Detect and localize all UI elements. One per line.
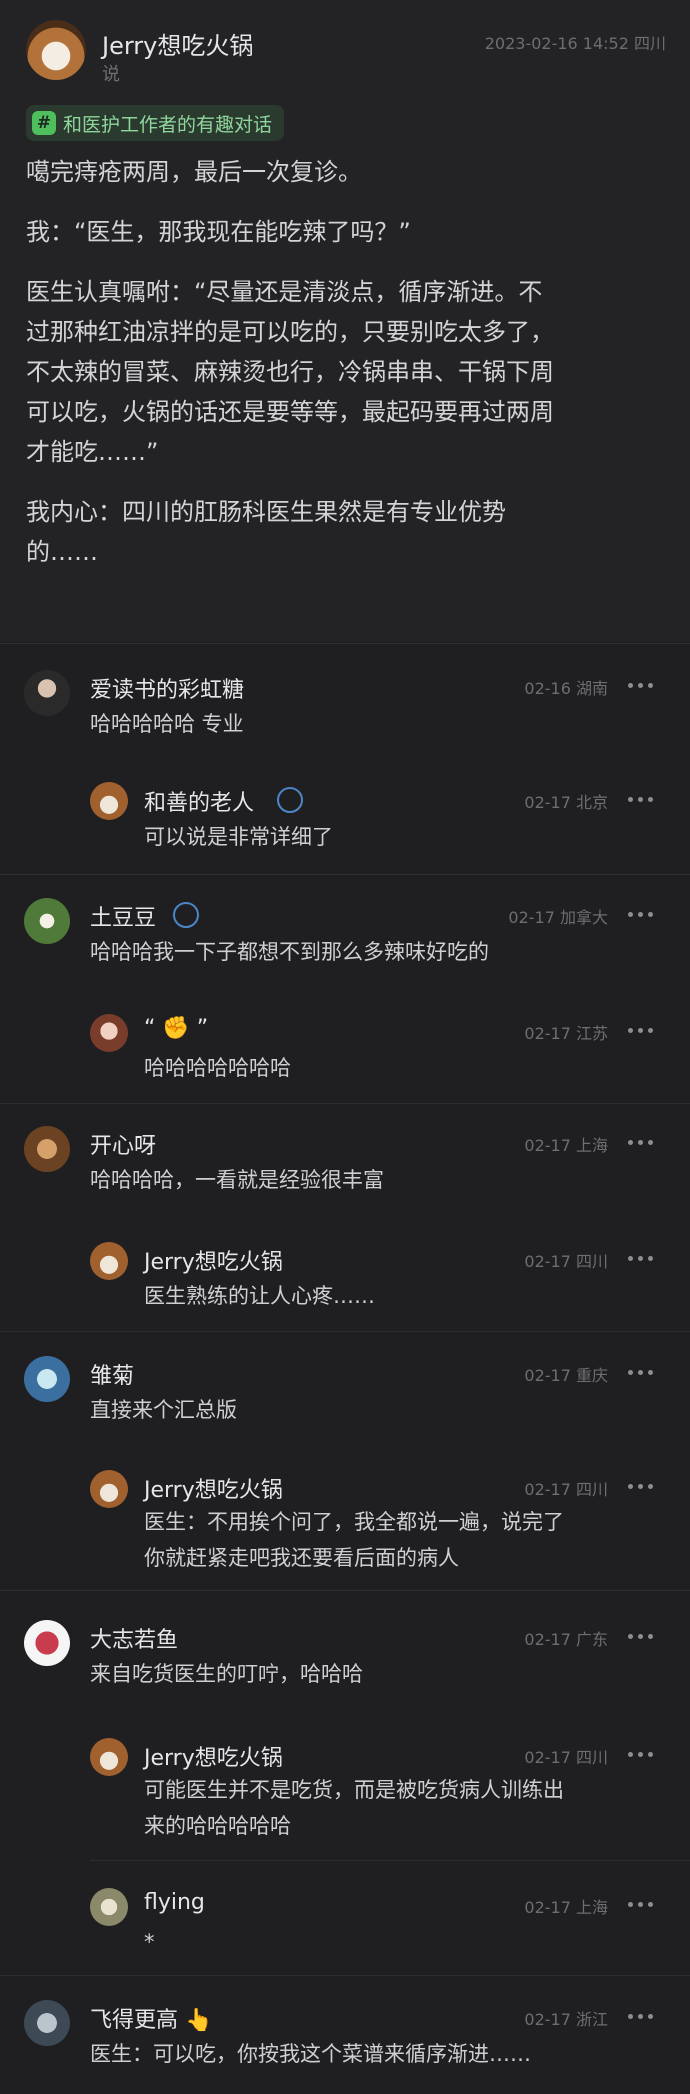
comment-divider (0, 1103, 690, 1104)
comment-divider (0, 1975, 690, 1976)
commenter-name[interactable]: 土豆豆 (90, 900, 156, 932)
more-options-icon[interactable] (628, 909, 658, 919)
post-line: 我内心：四川的肛肠科医生果然是有专业优势 (26, 498, 506, 526)
post-action: 说 (102, 64, 120, 85)
more-options-icon[interactable] (628, 1481, 658, 1491)
commenter-name[interactable]: Jerry想吃火锅 (144, 1740, 283, 1772)
more-options-icon[interactable] (628, 1749, 658, 1759)
comment-text: 来自吃货医生的叮咛，哈哈哈 (90, 1662, 363, 1686)
level-badge-icon (277, 787, 303, 813)
commenter-avatar[interactable] (90, 1014, 128, 1052)
more-options-icon[interactable] (628, 1631, 658, 1641)
post-line: 不太辣的冒菜、麻辣烫也行，冷锅串串、干锅下周 (26, 358, 554, 386)
comment-meta: 02-17 北京 (524, 793, 608, 812)
comment-text: 可能医生并不是吃货，而是被吃货病人训练出 来的哈哈哈哈哈 (144, 1772, 644, 1844)
commenter-name[interactable]: Jerry想吃火锅 (144, 1244, 283, 1276)
comment-text: 可以说是非常详细了 (144, 825, 333, 849)
post-line (26, 192, 666, 212)
commenter-avatar[interactable] (90, 1888, 128, 1926)
comment-divider (0, 1590, 690, 1591)
comment-text: 哈哈哈哈哈 专业 (90, 712, 244, 736)
level-badge-icon (173, 902, 199, 928)
comment-meta: 02-16 湖南 (524, 679, 608, 698)
post-line: 医生认真嘱咐：“尽量还是清淡点，循序渐进。不 (26, 278, 543, 306)
comment-line: 医生：不用挨个问了，我全都说一遍，说完了 (144, 1510, 564, 1534)
post-line (26, 472, 666, 492)
commenter-avatar[interactable] (24, 898, 70, 944)
post-line: 过那种红油凉拌的是可以吃的，只要别吃太多了， (26, 318, 554, 346)
commenter-avatar[interactable] (24, 670, 70, 716)
commenter-avatar[interactable] (24, 2000, 70, 2046)
comment-text: 医生：不用挨个问了，我全都说一遍，说完了 你就赶紧走吧我还要看后面的病人 (144, 1504, 644, 1576)
post-body: 噶完痔疮两周，最后一次复诊。 我：“医生，那我现在能吃辣了吗？” 医生认真嘱咐：… (26, 152, 666, 572)
comment-meta: 02-17 四川 (524, 1748, 608, 1767)
comment-meta: 02-17 上海 (524, 1898, 608, 1917)
comment-divider (90, 1860, 690, 1861)
comment-line: 来的哈哈哈哈哈 (144, 1814, 291, 1838)
post-author-avatar[interactable] (26, 20, 86, 80)
commenter-avatar[interactable] (90, 1242, 128, 1280)
comment-text: 哈哈哈哈哈哈哈 (144, 1056, 291, 1080)
commenter-avatar[interactable] (90, 782, 128, 820)
post-author-name[interactable]: Jerry想吃火锅 (102, 26, 253, 61)
comment-meta: 02-17 上海 (524, 1136, 608, 1155)
comment-text: 直接来个汇总版 (90, 1398, 237, 1422)
commenter-name[interactable]: 和善的老人 (144, 785, 254, 817)
post-line: 噶完痔疮两周，最后一次复诊。 (26, 158, 362, 186)
commenter-name[interactable]: 雏菊 (90, 1358, 134, 1390)
comment-text: 医生：可以吃，你按我这个菜谱来循序渐进…… (90, 2042, 531, 2066)
comment-text: * (144, 1930, 155, 1954)
comment-line: 可能医生并不是吃货，而是被吃货病人训练出 (144, 1778, 564, 1802)
comment-meta: 02-17 重庆 (524, 1366, 608, 1385)
comment-text: 医生熟练的让人心疼…… (144, 1284, 375, 1308)
comment-divider (0, 1331, 690, 1332)
commenter-name[interactable]: flying (144, 1890, 205, 1915)
commenter-avatar[interactable] (24, 1126, 70, 1172)
comment-line: 你就赶紧走吧我还要看后面的病人 (144, 1546, 459, 1570)
more-options-icon[interactable] (628, 1253, 658, 1263)
commenter-name[interactable]: Jerry想吃火锅 (144, 1472, 283, 1504)
post-line: 我：“医生，那我现在能吃辣了吗？” (26, 218, 411, 246)
more-options-icon[interactable] (628, 1025, 658, 1035)
comment-divider (0, 874, 690, 875)
topic-tag-label: 和医护工作者的有趣对话 (63, 113, 273, 136)
comment-meta: 02-17 四川 (524, 1252, 608, 1271)
commenter-avatar[interactable] (24, 1356, 70, 1402)
comment-meta: 02-17 浙江 (524, 2010, 608, 2029)
commenter-avatar[interactable] (90, 1738, 128, 1776)
comment-meta: 02-17 广东 (524, 1630, 608, 1649)
comment-text: 哈哈哈哈，一看就是经验很丰富 (90, 1168, 384, 1192)
commenter-name[interactable]: 大志若鱼 (90, 1622, 178, 1654)
commenter-name[interactable]: 飞得更高 👆 (90, 2002, 212, 2034)
post-timestamp: 2023-02-16 14:52 四川 (484, 34, 666, 53)
post-line: 才能吃……” (26, 438, 159, 466)
hashtag-icon: # (32, 111, 56, 135)
commenter-name[interactable]: “ ✊ ” (144, 1016, 208, 1041)
post-line: 的…… (26, 538, 98, 566)
commenter-name[interactable]: 爱读书的彩虹糖 (90, 672, 244, 704)
more-options-icon[interactable] (628, 680, 658, 690)
more-options-icon[interactable] (628, 794, 658, 804)
post-line: 可以吃，火锅的话还是要等等，最起码要再过两周 (26, 398, 554, 426)
more-options-icon[interactable] (628, 1899, 658, 1909)
more-options-icon[interactable] (628, 2011, 658, 2021)
post-divider (0, 643, 690, 644)
topic-tag[interactable]: # 和医护工作者的有趣对话 (26, 105, 285, 141)
comment-text: 哈哈哈我一下子都想不到那么多辣味好吃的 (90, 940, 489, 964)
commenter-avatar[interactable] (24, 1620, 70, 1666)
post-card: Jerry想吃火锅 说 2023-02-16 14:52 四川 # 和医护工作者… (0, 0, 690, 642)
more-options-icon[interactable] (628, 1137, 658, 1147)
commenter-avatar[interactable] (90, 1470, 128, 1508)
post-line (26, 252, 666, 272)
comment-meta: 02-17 四川 (524, 1480, 608, 1499)
commenter-name[interactable]: 开心呀 (90, 1128, 156, 1160)
more-options-icon[interactable] (628, 1367, 658, 1377)
comment-meta: 02-17 江苏 (524, 1024, 608, 1043)
comment-meta: 02-17 加拿大 (508, 908, 608, 927)
